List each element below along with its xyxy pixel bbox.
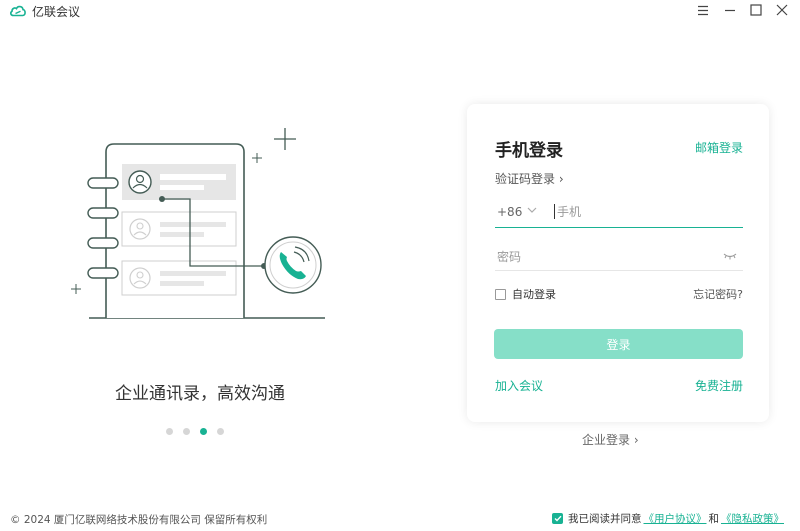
minimize-icon xyxy=(724,5,736,16)
chevron-down-icon[interactable] xyxy=(527,206,537,214)
copyright-text: © 2024 厦门亿联网络技术股份有限公司 保留所有权利 xyxy=(10,512,267,527)
eye-closed-icon[interactable] xyxy=(723,252,737,260)
menu-icon xyxy=(697,5,709,16)
close-button[interactable] xyxy=(772,1,792,19)
login-button[interactable]: 登录 xyxy=(494,329,743,359)
password-field xyxy=(495,245,743,271)
agreement-and: 和 xyxy=(709,511,720,526)
carousel-dot-1[interactable] xyxy=(166,428,173,435)
title-bar: 亿联会议 xyxy=(0,0,800,22)
phone-input[interactable] xyxy=(557,202,737,222)
check-icon xyxy=(554,515,562,522)
menu-button[interactable] xyxy=(693,1,713,19)
maximize-icon xyxy=(750,4,762,16)
minimize-button[interactable] xyxy=(720,1,740,19)
login-title: 手机登录 xyxy=(495,136,563,161)
login-card: 手机登录 邮箱登录 验证码登录 › +86 自动登录 忘记密码? 登录 加入会议… xyxy=(467,104,769,422)
agreement-prefix: 我已阅读并同意 xyxy=(568,511,642,526)
phone-field: +86 xyxy=(495,200,743,228)
text-caret xyxy=(554,204,555,219)
carousel-dots xyxy=(166,428,224,438)
carousel-dot-3[interactable] xyxy=(200,428,207,435)
user-agreement-link[interactable]: 《用户协议》 xyxy=(644,511,707,526)
register-link[interactable]: 免费注册 xyxy=(695,377,743,394)
agreement-checkbox[interactable] xyxy=(552,513,563,524)
auto-login-row: 自动登录 xyxy=(495,286,556,302)
country-code-select[interactable]: +86 xyxy=(497,205,522,219)
maximize-button[interactable] xyxy=(746,1,766,19)
enterprise-login-link[interactable]: 企业登录 › xyxy=(582,431,639,448)
auto-login-label[interactable]: 自动登录 xyxy=(512,286,556,302)
carousel-dot-2[interactable] xyxy=(183,428,190,435)
auto-login-checkbox[interactable] xyxy=(495,289,506,300)
agreement-row: 我已阅读并同意 《用户协议》 和 《隐私政策》 xyxy=(552,511,786,526)
close-icon xyxy=(776,4,788,16)
carousel-dot-4[interactable] xyxy=(217,428,224,435)
forgot-password-link[interactable]: 忘记密码? xyxy=(693,286,743,302)
carousel-slogan: 企业通讯录，高效沟通 xyxy=(0,379,400,404)
contacts-illustration xyxy=(66,120,336,330)
code-login-link[interactable]: 验证码登录 › xyxy=(495,170,564,187)
password-input[interactable] xyxy=(497,247,707,267)
app-title: 亿联会议 xyxy=(32,3,80,20)
privacy-policy-link[interactable]: 《隐私政策》 xyxy=(721,511,784,526)
join-meeting-link[interactable]: 加入会议 xyxy=(495,377,543,394)
mail-login-link[interactable]: 邮箱登录 xyxy=(695,139,743,156)
app-logo-icon xyxy=(9,3,27,17)
